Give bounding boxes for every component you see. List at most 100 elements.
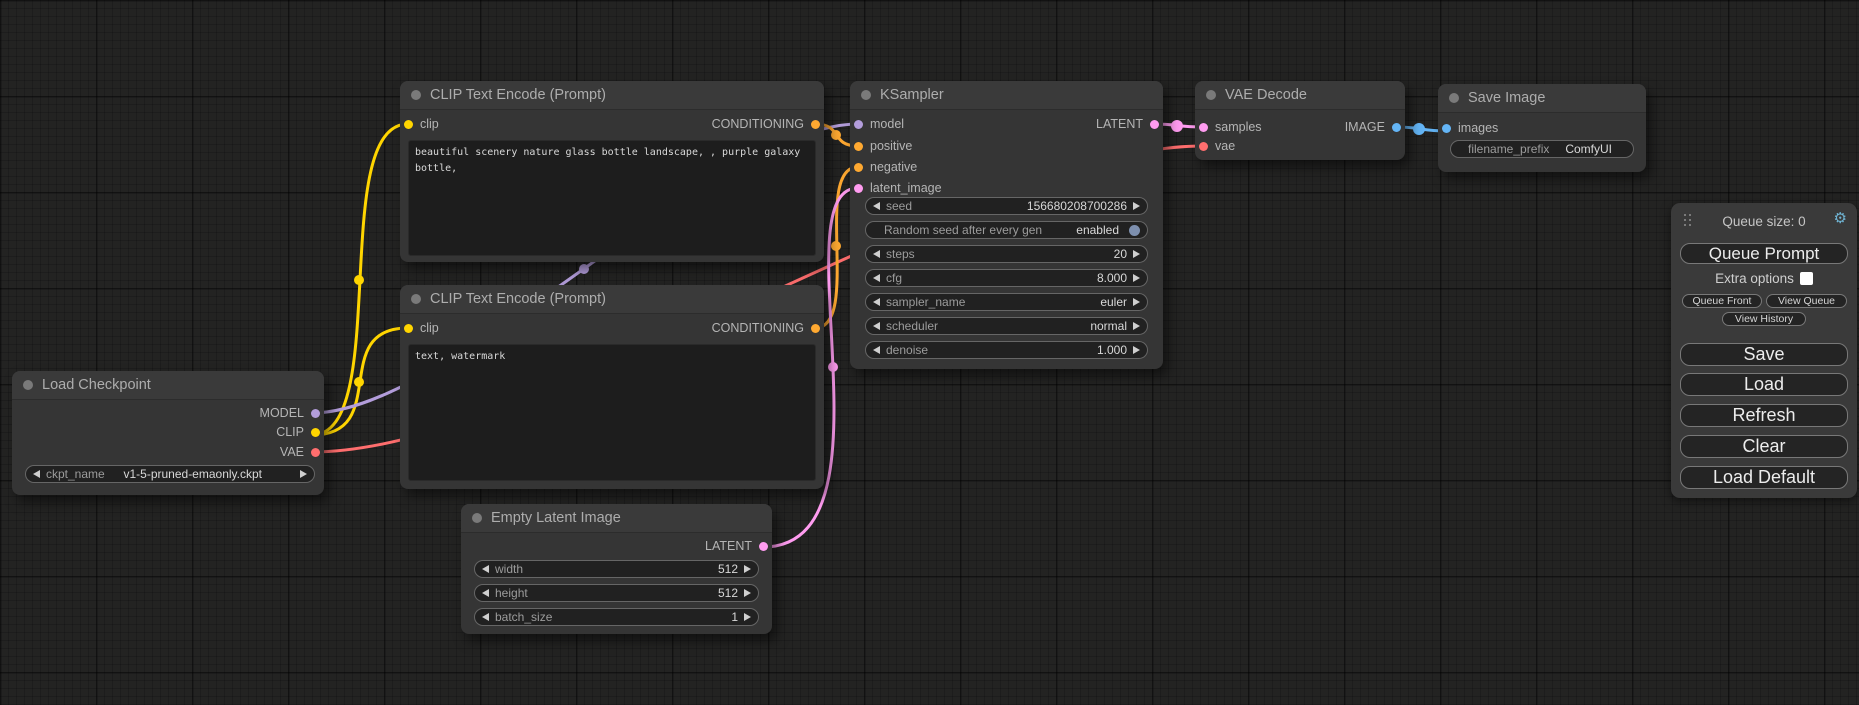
- slot-dot[interactable]: [404, 324, 413, 333]
- prev-value-icon[interactable]: [33, 470, 40, 478]
- node-empty-latent-image[interactable]: Empty Latent Image LATENT width 512 heig…: [461, 504, 772, 634]
- random-seed-toggle-widget[interactable]: Random seed after every gen enabled: [865, 221, 1148, 239]
- width-widget[interactable]: width 512: [474, 560, 759, 578]
- input-slot-positive[interactable]: positive: [854, 137, 912, 155]
- slot-dot[interactable]: [811, 120, 820, 129]
- cfg-widget[interactable]: cfg 8.000: [865, 269, 1148, 287]
- collapse-dot[interactable]: [411, 90, 421, 100]
- save-button[interactable]: Save: [1680, 343, 1848, 366]
- increment-icon[interactable]: [1133, 298, 1140, 306]
- steps-widget[interactable]: steps 20: [865, 245, 1148, 263]
- seed-widget[interactable]: seed 156680208700286: [865, 197, 1148, 215]
- view-history-button[interactable]: View History: [1722, 312, 1806, 326]
- output-slot-clip[interactable]: CLIP: [276, 423, 320, 441]
- negative-prompt-textarea[interactable]: text, watermark: [408, 344, 816, 481]
- view-queue-button[interactable]: View Queue: [1766, 294, 1847, 308]
- collapse-dot[interactable]: [472, 513, 482, 523]
- clear-button[interactable]: Clear: [1680, 435, 1848, 458]
- decrement-icon[interactable]: [482, 565, 489, 573]
- extra-options-checkbox[interactable]: [1800, 272, 1813, 285]
- collapse-dot[interactable]: [411, 294, 421, 304]
- collapse-dot[interactable]: [1206, 90, 1216, 100]
- slot-dot[interactable]: [1442, 124, 1451, 133]
- decrement-icon[interactable]: [873, 322, 880, 330]
- slot-dot[interactable]: [311, 409, 320, 418]
- ckpt-name-widget[interactable]: ckpt_name v1-5-pruned-emaonly.ckpt: [25, 465, 315, 483]
- node-header[interactable]: CLIP Text Encode (Prompt): [400, 81, 824, 110]
- node-header[interactable]: KSampler: [850, 81, 1163, 110]
- node-clip-text-encode-positive[interactable]: CLIP Text Encode (Prompt) clip CONDITION…: [400, 81, 824, 262]
- node-header[interactable]: VAE Decode: [1195, 81, 1405, 110]
- refresh-button[interactable]: Refresh: [1680, 404, 1848, 427]
- positive-prompt-textarea[interactable]: beautiful scenery nature glass bottle la…: [408, 140, 816, 256]
- increment-icon[interactable]: [1133, 250, 1140, 258]
- input-slot-samples[interactable]: samples: [1199, 118, 1262, 136]
- node-save-image[interactable]: Save Image images filename_prefix ComfyU…: [1438, 84, 1646, 172]
- increment-icon[interactable]: [1133, 322, 1140, 330]
- node-load-checkpoint[interactable]: Load Checkpoint MODEL CLIP VAE ckpt_name…: [12, 371, 324, 495]
- output-slot-latent[interactable]: LATENT: [1096, 115, 1159, 133]
- node-header[interactable]: Load Checkpoint: [12, 371, 324, 400]
- decrement-icon[interactable]: [873, 298, 880, 306]
- node-clip-text-encode-negative[interactable]: CLIP Text Encode (Prompt) clip CONDITION…: [400, 285, 824, 489]
- slot-dot[interactable]: [854, 163, 863, 172]
- output-slot-latent[interactable]: LATENT: [705, 537, 768, 555]
- node-header[interactable]: Empty Latent Image: [461, 504, 772, 533]
- denoise-widget[interactable]: denoise 1.000: [865, 341, 1148, 359]
- increment-icon[interactable]: [1133, 274, 1140, 282]
- decrement-icon[interactable]: [873, 250, 880, 258]
- increment-icon[interactable]: [744, 589, 751, 597]
- decrement-icon[interactable]: [873, 274, 880, 282]
- decrement-icon[interactable]: [482, 589, 489, 597]
- slot-dot[interactable]: [1150, 120, 1159, 129]
- node-header[interactable]: CLIP Text Encode (Prompt): [400, 285, 824, 314]
- height-widget[interactable]: height 512: [474, 584, 759, 602]
- node-graph-canvas[interactable]: Load Checkpoint MODEL CLIP VAE ckpt_name…: [0, 0, 1859, 705]
- input-slot-clip[interactable]: clip: [404, 319, 439, 337]
- gear-icon[interactable]: ⚙: [1834, 211, 1847, 226]
- slot-dot[interactable]: [311, 448, 320, 457]
- slot-dot[interactable]: [311, 428, 320, 437]
- toggle-dot-icon[interactable]: [1129, 225, 1140, 236]
- output-slot-conditioning[interactable]: CONDITIONING: [712, 115, 820, 133]
- node-ksampler[interactable]: KSampler model positive negative latent_…: [850, 81, 1163, 369]
- slot-dot[interactable]: [854, 120, 863, 129]
- collapse-dot[interactable]: [1449, 93, 1459, 103]
- batch-size-widget[interactable]: batch_size 1: [474, 608, 759, 626]
- queue-prompt-button[interactable]: Queue Prompt: [1680, 243, 1848, 264]
- increment-icon[interactable]: [1133, 202, 1140, 210]
- input-slot-images[interactable]: images: [1442, 119, 1498, 137]
- input-slot-clip[interactable]: clip: [404, 115, 439, 133]
- output-slot-image[interactable]: IMAGE: [1345, 118, 1401, 136]
- increment-icon[interactable]: [744, 613, 751, 621]
- slot-dot[interactable]: [854, 142, 863, 151]
- sampler-name-widget[interactable]: sampler_name euler: [865, 293, 1148, 311]
- slot-dot[interactable]: [1392, 123, 1401, 132]
- slot-dot[interactable]: [811, 324, 820, 333]
- output-slot-conditioning[interactable]: CONDITIONING: [712, 319, 820, 337]
- queue-front-button[interactable]: Queue Front: [1682, 294, 1762, 308]
- collapse-dot[interactable]: [861, 90, 871, 100]
- node-vae-decode[interactable]: VAE Decode samples vae IMAGE: [1195, 81, 1405, 160]
- collapse-dot[interactable]: [23, 380, 33, 390]
- slot-dot[interactable]: [404, 120, 413, 129]
- slot-dot[interactable]: [759, 542, 768, 551]
- input-slot-negative[interactable]: negative: [854, 158, 917, 176]
- scheduler-widget[interactable]: scheduler normal: [865, 317, 1148, 335]
- filename-prefix-widget[interactable]: filename_prefix ComfyUI: [1450, 140, 1634, 158]
- next-value-icon[interactable]: [300, 470, 307, 478]
- decrement-icon[interactable]: [873, 346, 880, 354]
- input-slot-latent-image[interactable]: latent_image: [854, 179, 942, 197]
- input-slot-model[interactable]: model: [854, 115, 904, 133]
- load-default-button[interactable]: Load Default: [1680, 466, 1848, 489]
- increment-icon[interactable]: [744, 565, 751, 573]
- output-slot-vae[interactable]: VAE: [280, 443, 320, 461]
- output-slot-model[interactable]: MODEL: [260, 404, 320, 422]
- load-button[interactable]: Load: [1680, 373, 1848, 396]
- increment-icon[interactable]: [1133, 346, 1140, 354]
- slot-dot[interactable]: [854, 184, 863, 193]
- node-header[interactable]: Save Image: [1438, 84, 1646, 113]
- decrement-icon[interactable]: [482, 613, 489, 621]
- input-slot-vae[interactable]: vae: [1199, 137, 1235, 155]
- slot-dot[interactable]: [1199, 142, 1208, 151]
